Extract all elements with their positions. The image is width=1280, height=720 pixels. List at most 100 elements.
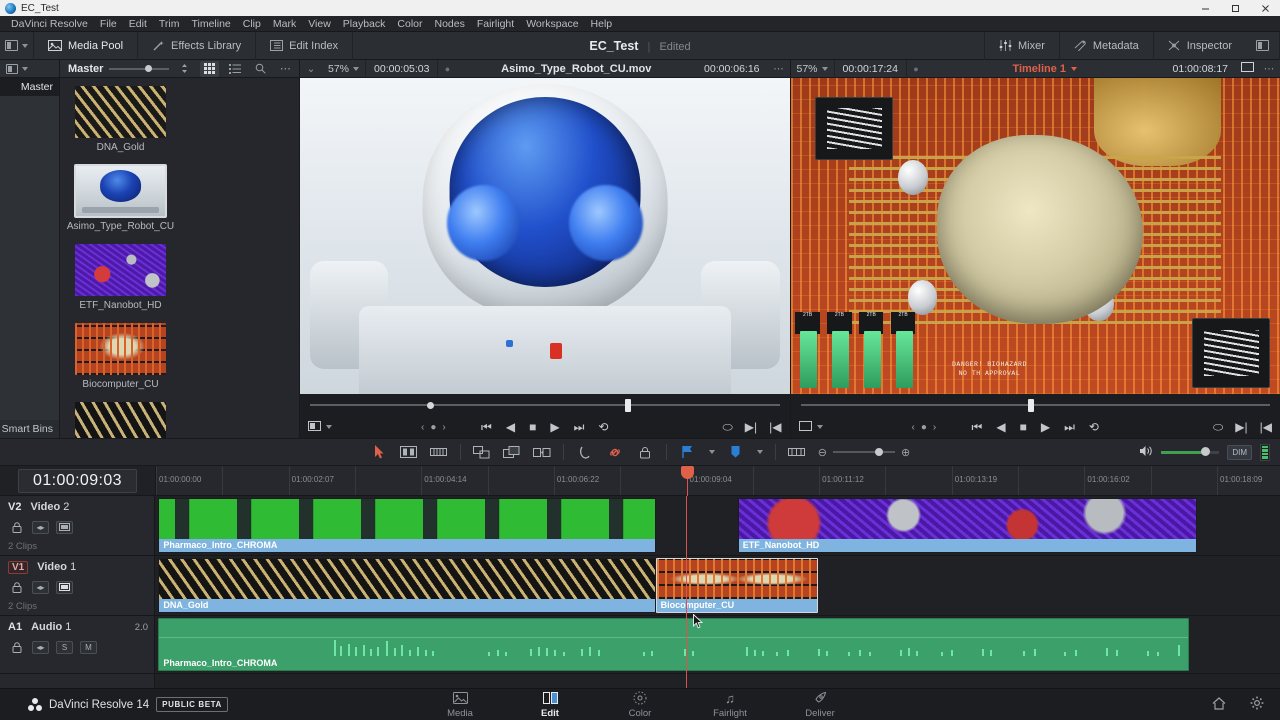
timeline-viewer-screen[interactable]: 2TB 2TB 2TB 2TB DANGER! BIOHAZARDNO TH A… <box>791 78 1280 394</box>
list-view-icon[interactable] <box>225 61 244 77</box>
zoom-in-icon[interactable]: ⊕ <box>901 446 910 459</box>
track-header-v2[interactable]: V2 Video 2 ◂▸ 2 Clips <box>0 496 154 556</box>
menu-playback[interactable]: Playback <box>337 16 392 32</box>
marker-dropdown-icon[interactable] <box>757 450 763 454</box>
track-lane-v1[interactable]: DNA_Gold Biocomputer_CU <box>155 556 1280 616</box>
step-back-button[interactable]: ◀ <box>506 421 515 433</box>
linked-selection-icon[interactable] <box>606 444 624 460</box>
right-panel-collapse-button[interactable] <box>1246 32 1280 60</box>
track-lane-v2[interactable]: Pharmaco_Intro_CHROMA ETF_Nanobot_HD <box>155 496 1280 556</box>
timeline-clip[interactable]: Pharmaco_Intro_CHROMA <box>158 498 655 553</box>
media-pool-item[interactable]: Asimo_Type_Robot_CU <box>64 165 177 232</box>
track-header-a1[interactable]: A1 Audio 1 2.0 ◂▸ S M <box>0 616 154 674</box>
media-pool-item[interactable]: ETF_Nanobot_HD <box>64 244 177 311</box>
mixer-button[interactable]: Mixer <box>984 32 1059 60</box>
lock-track-icon[interactable] <box>636 444 654 460</box>
timeline-ruler[interactable]: 01:00:00:00 01:00:02:07 01:00:04:14 01:0… <box>155 466 1280 495</box>
trim-edit-icon[interactable] <box>400 444 418 460</box>
jump-to-end-button[interactable]: ⏭ <box>1064 421 1075 433</box>
next-edit-icon[interactable]: ▶| <box>745 421 757 433</box>
sort-icon[interactable] <box>175 61 194 77</box>
flag-dropdown-icon[interactable] <box>709 450 715 454</box>
zoom-slider-knob[interactable] <box>875 448 883 456</box>
clip-thumbnail[interactable] <box>75 244 166 296</box>
stop-button[interactable]: ■ <box>529 421 536 433</box>
zoom-out-icon[interactable]: ⊖ <box>818 446 827 459</box>
menu-help[interactable]: Help <box>585 16 619 32</box>
metadata-button[interactable]: Metadata <box>1059 32 1153 60</box>
menu-clip[interactable]: Clip <box>237 16 267 32</box>
media-pool-item[interactable]: Timeline 1 <box>64 402 177 438</box>
jump-to-start-button[interactable]: ⏮ <box>972 421 983 433</box>
clip-thumbnail[interactable] <box>75 323 166 375</box>
source-scrubber[interactable] <box>300 394 790 416</box>
selection-arrow-icon[interactable] <box>370 444 388 460</box>
loop-button[interactable]: ⟲ <box>1089 421 1099 433</box>
timeline-zoom-control[interactable]: 57% <box>791 60 835 78</box>
menu-mark[interactable]: Mark <box>267 16 302 32</box>
play-button[interactable]: ▶ <box>550 421 559 433</box>
menu-workspace[interactable]: Workspace <box>520 16 584 32</box>
menu-timeline[interactable]: Timeline <box>185 16 236 32</box>
lock-icon[interactable] <box>8 641 25 654</box>
menu-edit[interactable]: Edit <box>123 16 153 32</box>
source-scrub-playhead[interactable] <box>625 399 631 412</box>
track-lanes[interactable]: Pharmaco_Intro_CHROMA ETF_Nanobot_HD DNA… <box>155 496 1280 688</box>
video-enable-icon[interactable] <box>56 521 73 534</box>
prev-edit-icon[interactable]: |◀ <box>1260 421 1272 433</box>
menu-color[interactable]: Color <box>391 16 428 32</box>
media-pool-item[interactable]: Biocomputer_CU <box>64 323 177 390</box>
mute-icon[interactable]: M <box>80 641 97 654</box>
timeline-clip-audio[interactable]: Pharmaco_Intro_CHROMA <box>158 618 1189 671</box>
sidebar-toggle-icon[interactable] <box>6 64 18 74</box>
playhead-timecode[interactable]: 01:00:09:03 <box>18 469 137 493</box>
sidebar-item-smart-bins[interactable]: Smart Bins <box>0 420 59 438</box>
menu-davinci-resolve[interactable]: DaVinci Resolve <box>5 16 94 32</box>
play-button[interactable]: ▶ <box>1041 421 1050 433</box>
timeline-name-group[interactable]: Timeline 1 <box>925 63 1165 75</box>
track-header-v1[interactable]: V1 Video 1 ◂▸ 2 Clips <box>0 556 154 616</box>
auto-select-icon[interactable]: ◂▸ <box>32 521 49 534</box>
close-button[interactable] <box>1250 0 1280 16</box>
minimize-button[interactable] <box>1190 0 1220 16</box>
jump-to-end-button[interactable]: ⏭ <box>574 421 585 433</box>
marker-icon[interactable] <box>727 444 745 460</box>
timeline-clip[interactable]: ETF_Nanobot_HD <box>738 498 1197 553</box>
source-options-icon[interactable]: ⋯ <box>768 63 790 75</box>
auto-select-icon[interactable]: ◂▸ <box>32 581 49 594</box>
media-pool-button[interactable]: Media Pool <box>34 32 138 60</box>
timeline-clip[interactable]: Biocomputer_CU <box>656 558 818 613</box>
inspector-button[interactable]: Inspector <box>1153 32 1246 60</box>
clip-thumbnail[interactable] <box>75 402 166 438</box>
edit-index-button[interactable]: Edit Index <box>256 32 353 60</box>
in-out-icon[interactable]: ⬭ <box>1213 421 1223 433</box>
snapping-icon[interactable] <box>576 444 594 460</box>
source-viewer-screen[interactable] <box>300 78 790 394</box>
zoom-slider-track[interactable] <box>833 451 895 453</box>
sidebar-item-master[interactable]: Master <box>0 78 59 96</box>
auto-select-icon[interactable]: ◂▸ <box>32 641 49 654</box>
source-viewer-menu-icon[interactable]: ⌄ <box>300 63 322 75</box>
next-edit-icon[interactable]: ▶| <box>1235 421 1247 433</box>
prev-edit-icon[interactable]: |◀ <box>769 421 781 433</box>
timeline-options-icon[interactable]: ⋯ <box>1258 63 1280 75</box>
playhead-marker[interactable] <box>687 466 688 496</box>
source-zoom-control[interactable]: 57% <box>322 60 366 78</box>
timeline-scrub-playhead[interactable] <box>1028 399 1034 412</box>
insert-clip-icon[interactable] <box>473 444 491 460</box>
page-tab-deliver[interactable]: Deliver <box>792 691 848 719</box>
panel-collapse-button[interactable] <box>0 32 34 60</box>
menu-fairlight[interactable]: Fairlight <box>471 16 520 32</box>
loop-button[interactable]: ⟲ <box>598 421 608 433</box>
home-icon[interactable] <box>1212 697 1226 713</box>
jump-to-start-button[interactable]: ⏮ <box>481 421 492 433</box>
track-lane-a1[interactable]: Pharmaco_Intro_CHROMA <box>155 616 1280 674</box>
dynamic-trim-icon[interactable] <box>430 444 448 460</box>
menu-file[interactable]: File <box>94 16 123 32</box>
clip-thumbnail[interactable] <box>75 86 166 138</box>
timeline-viewer-frame-icon[interactable] <box>1236 62 1258 75</box>
step-back-button[interactable]: ◀ <box>996 421 1005 433</box>
replace-clip-icon[interactable] <box>533 444 551 460</box>
page-tab-media[interactable]: Media <box>432 691 488 719</box>
clip-thumbnail[interactable] <box>75 165 166 217</box>
